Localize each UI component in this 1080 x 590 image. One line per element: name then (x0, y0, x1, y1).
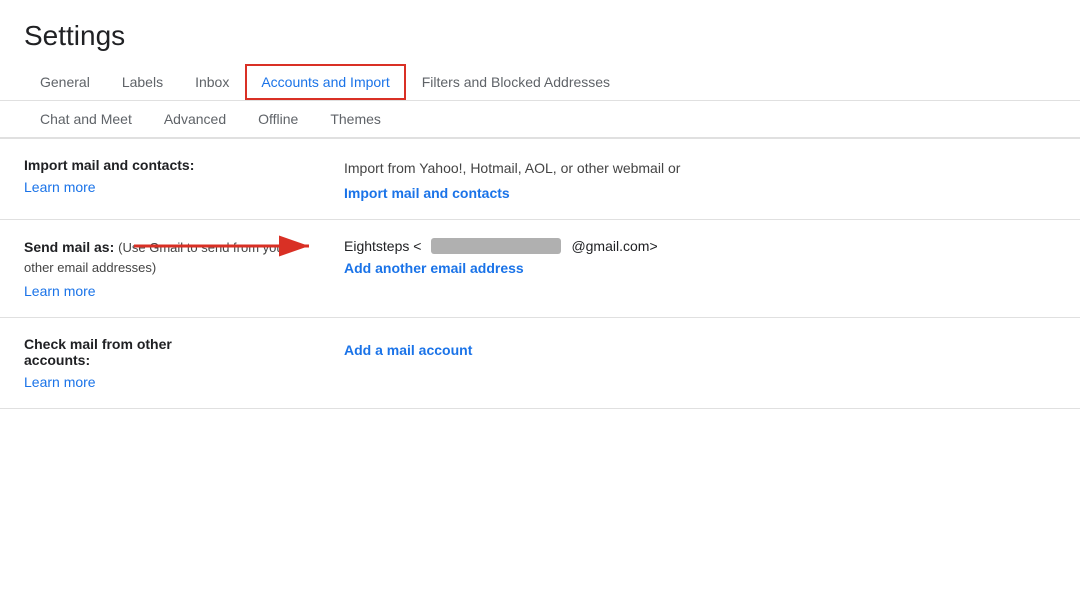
import-mail-label: Import mail and contacts: (24, 157, 194, 173)
settings-table: Import mail and contacts: Learn more Imp… (0, 139, 1080, 409)
tab-accounts-import[interactable]: Accounts and Import (245, 64, 405, 100)
tab-general[interactable]: General (24, 64, 106, 100)
import-mail-value-text: Import from Yahoo!, Hotmail, AOL, or oth… (344, 160, 680, 176)
tab-labels[interactable]: Labels (106, 64, 179, 100)
check-mail-label: Check mail from otheraccounts: (24, 336, 172, 368)
send-mail-email-row: Eightsteps < @gmail.com> (344, 238, 658, 254)
tab-filters[interactable]: Filters and Blocked Addresses (406, 64, 626, 100)
email-blur (431, 238, 561, 254)
section-import-mail: Import mail and contacts: Learn more Imp… (0, 139, 1080, 220)
tab-offline[interactable]: Offline (242, 101, 314, 137)
section-send-mail: Send mail as: (Use Gmail to send from yo… (0, 220, 1080, 318)
section-check-mail: Check mail from otheraccounts: Learn mor… (0, 318, 1080, 409)
check-mail-learn-more[interactable]: Learn more (24, 374, 296, 390)
import-mail-learn-more[interactable]: Learn more (24, 179, 296, 195)
check-mail-action-link[interactable]: Add a mail account (344, 342, 1056, 358)
send-mail-learn-more[interactable]: Learn more (24, 283, 296, 299)
import-mail-action-link[interactable]: Import mail and contacts (344, 185, 1056, 201)
email-name: Eightsteps < (344, 238, 421, 254)
send-mail-label: Send mail as: (24, 239, 114, 255)
tab-chat-meet[interactable]: Chat and Meet (24, 101, 148, 137)
email-domain: @gmail.com> (571, 238, 657, 254)
tab-inbox[interactable]: Inbox (179, 64, 245, 100)
send-mail-action-link[interactable]: Add another email address (344, 260, 1056, 276)
tabs-row-1: General Labels Inbox Accounts and Import… (0, 64, 1080, 101)
tabs-row-2: Chat and Meet Advanced Offline Themes (0, 101, 1080, 139)
page-title: Settings (0, 0, 1080, 64)
tab-themes[interactable]: Themes (314, 101, 397, 137)
tab-advanced[interactable]: Advanced (148, 101, 242, 137)
